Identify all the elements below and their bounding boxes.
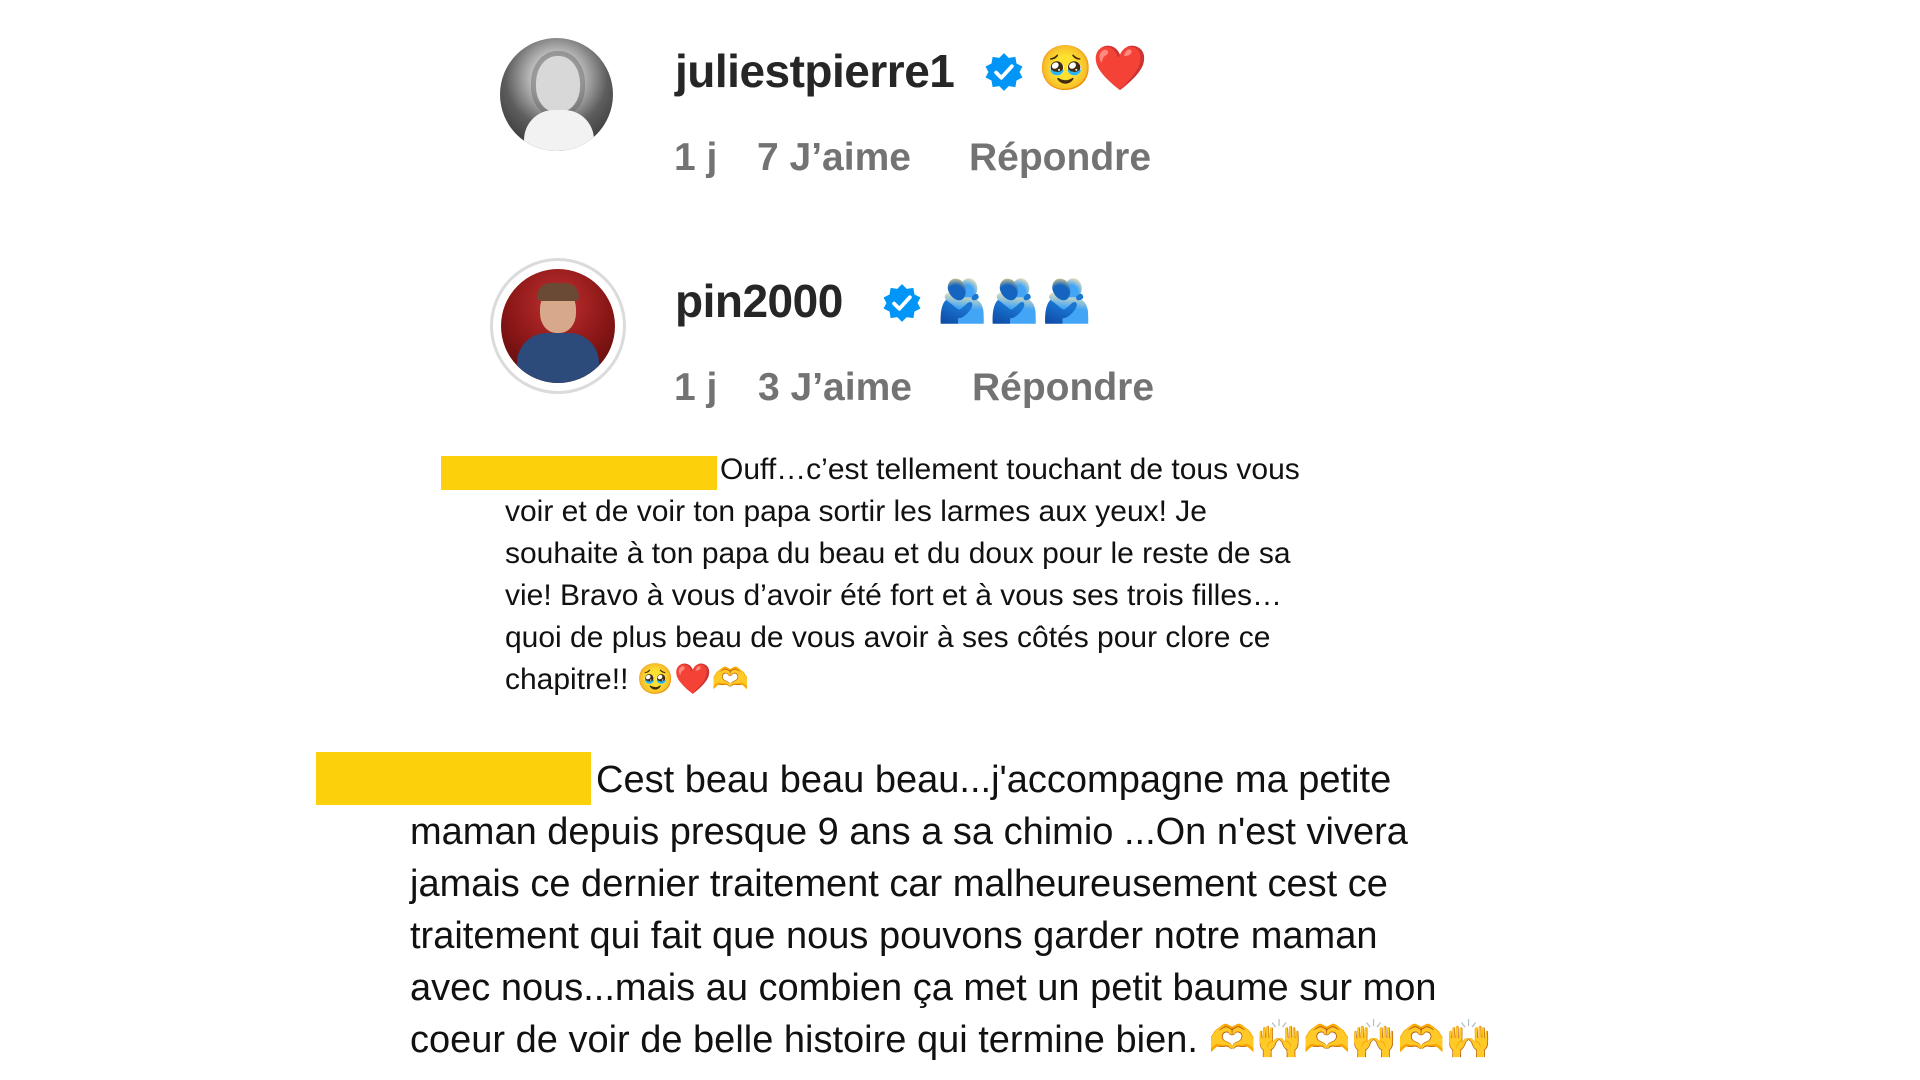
avatar[interactable] xyxy=(501,269,615,383)
message-line: chapitre!! 🥹❤️🫶 xyxy=(505,663,749,696)
redacted-name-highlight xyxy=(441,456,717,490)
comment-time: 1 j xyxy=(674,136,718,179)
verified-badge-icon xyxy=(985,53,1023,91)
username[interactable]: juliestpierre1 xyxy=(675,44,955,98)
avatar-face xyxy=(536,56,580,112)
avatar[interactable] xyxy=(500,38,613,151)
reaction-emoji: 🫂🫂🫂 xyxy=(936,276,1093,325)
message-line: jamais ce dernier traitement car malheur… xyxy=(410,863,1388,905)
avatar-jacket xyxy=(517,333,599,383)
message-line: avec nous...mais au combien ça met un pe… xyxy=(410,967,1437,1009)
message-line: quoi de plus beau de vous avoir à ses cô… xyxy=(505,621,1271,654)
message-line: coeur de voir de belle histoire qui term… xyxy=(410,1019,1493,1061)
avatar-hair xyxy=(537,283,579,301)
message-line: voir et de voir ton papa sortir les larm… xyxy=(505,495,1207,528)
username[interactable]: pin2000 xyxy=(675,274,843,328)
message-line: Ouff…c’est tellement touchant de tous vo… xyxy=(720,453,1300,486)
reaction-emoji: 🥹❤️ xyxy=(1038,43,1148,94)
message-line: maman depuis presque 9 ans a sa chimio .… xyxy=(410,811,1408,853)
verified-badge-icon xyxy=(883,284,921,322)
message-line: souhaite à ton papa du beau et du doux p… xyxy=(505,537,1291,570)
message-line: traitement qui fait que nous pouvons gar… xyxy=(410,915,1378,957)
reply-button[interactable]: Répondre xyxy=(972,366,1154,410)
message-line: Cest beau beau beau...j'accompagne ma pe… xyxy=(596,759,1392,801)
comment-time: 1 j xyxy=(674,366,718,409)
avatar-shirt xyxy=(524,110,594,151)
reply-button[interactable]: Répondre xyxy=(969,136,1151,180)
likes-count[interactable]: 3 J’aime xyxy=(758,366,912,410)
redacted-name-highlight xyxy=(316,752,591,805)
likes-count[interactable]: 7 J’aime xyxy=(757,136,911,180)
message-line: vie! Bravo à vous d’avoir été fort et à … xyxy=(505,579,1282,612)
